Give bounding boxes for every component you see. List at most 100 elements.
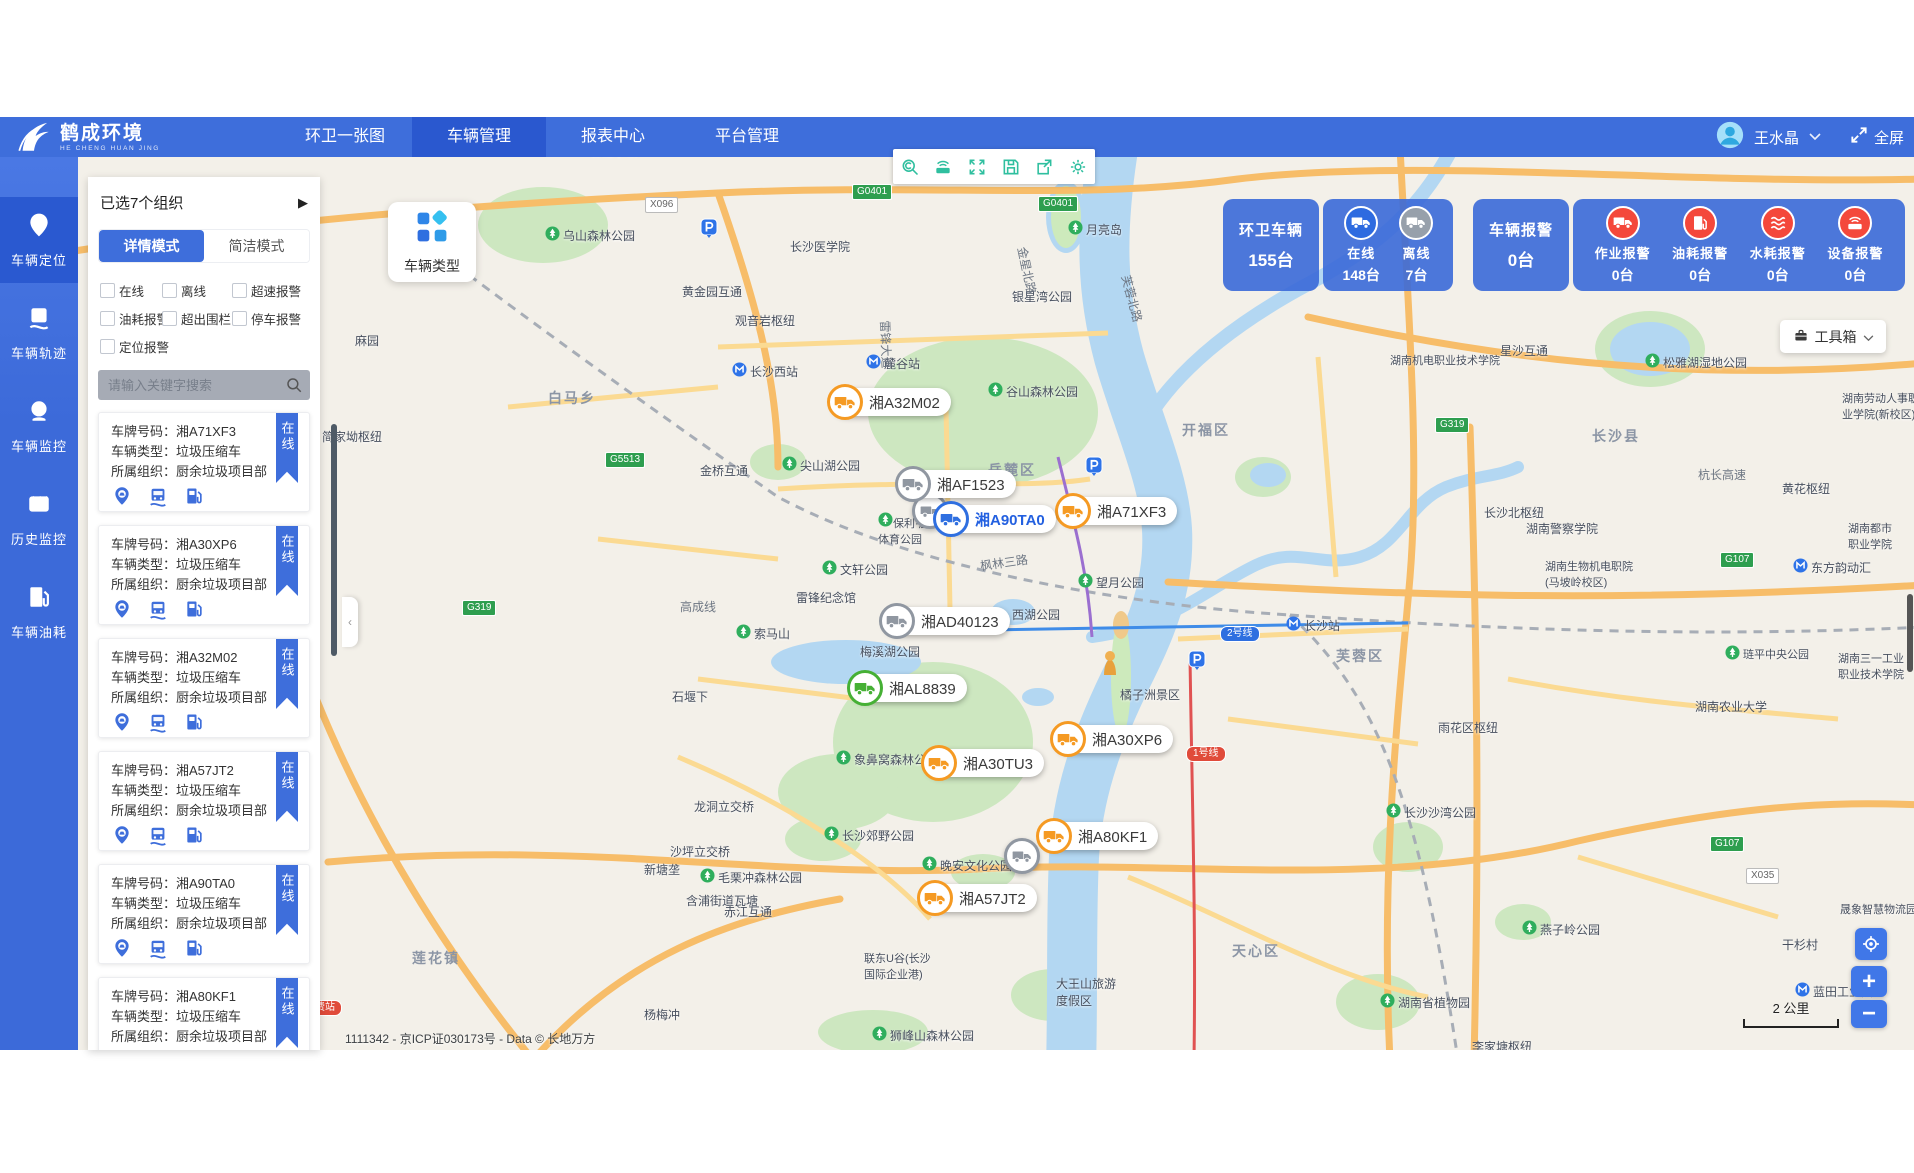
map-marker-湘AF1523[interactable]: 湘AF1523: [900, 470, 1016, 498]
map-label-谷山森林公园: 谷山森林公园: [988, 382, 1078, 400]
sidebar-item-车辆轨迹[interactable]: 车辆轨迹: [0, 290, 78, 376]
locate-icon[interactable]: [112, 825, 132, 852]
place-text: 晟象智慧物流园: [1840, 901, 1914, 917]
map-marker-湘A57JT2[interactable]: 湘A57JT2: [922, 884, 1037, 912]
toolbox-button[interactable]: 工具箱: [1780, 320, 1886, 353]
filter-在线[interactable]: 在线: [100, 281, 162, 300]
checkbox-油耗报警[interactable]: [100, 311, 115, 326]
share-tool-icon[interactable]: [1032, 155, 1056, 179]
expand-tool-icon[interactable]: [965, 155, 989, 179]
sidebar-item-车辆监控[interactable]: 车辆监控: [0, 383, 78, 469]
track-icon[interactable]: [147, 938, 169, 965]
zoom-in-button[interactable]: +: [1851, 966, 1887, 997]
vehicle-type-button[interactable]: 车辆类型: [388, 202, 476, 282]
place-text: 体育公园: [878, 531, 941, 547]
filter-离线[interactable]: 离线: [162, 281, 232, 300]
zoom-out-button[interactable]: −: [1851, 1000, 1887, 1028]
locate-icon[interactable]: [112, 486, 132, 513]
nav-item-报表中心[interactable]: 报表中心: [546, 117, 680, 157]
map-label-东方韵动汇: 东方韵动汇: [1793, 558, 1871, 576]
map-marker-湘AD40123[interactable]: 湘AD40123: [884, 607, 1010, 635]
map-label-望月公园: 望月公园: [1078, 573, 1144, 591]
map-marker-湘A90TA0[interactable]: 湘A90TA0: [938, 505, 1056, 533]
fullscreen-button[interactable]: 全屏: [1849, 125, 1904, 149]
vehicle-field: 所属组织：厨余垃圾项目部: [111, 914, 297, 934]
checkbox-停车报警[interactable]: [232, 311, 247, 326]
panel-collapse-handle[interactable]: ‹: [342, 597, 358, 647]
park-icon: [545, 226, 560, 244]
filter-超出围栏[interactable]: 超出围栏: [162, 309, 232, 328]
save-tool-icon[interactable]: [999, 155, 1023, 179]
vehicle-card[interactable]: 车牌号码：湘A80KF1车辆类型：垃圾压缩车所属组织：厨余垃圾项目部在线: [98, 977, 310, 1050]
sidebar-item-车辆油耗[interactable]: 车辆油耗: [0, 569, 78, 655]
locate-icon[interactable]: [112, 712, 132, 739]
park-icon: [1645, 353, 1660, 371]
map-marker-湘AL8839[interactable]: 湘AL8839: [852, 674, 967, 702]
park-icon: [782, 456, 797, 474]
vehicle-card[interactable]: 车牌号码：湘A71XF3车辆类型：垃圾压缩车所属组织：厨余垃圾项目部在线: [98, 412, 310, 512]
vehicle-field: 车牌号码：湘A71XF3: [111, 422, 297, 442]
park-icon: [822, 560, 837, 578]
place-text: 湖南劳动人事职: [1842, 393, 1914, 405]
map-label-金桥互通: 金桥互通: [700, 462, 748, 479]
checkbox-离线[interactable]: [162, 283, 177, 298]
track-icon[interactable]: [147, 712, 169, 739]
map-marker-湘A80KF1[interactable]: 湘A80KF1: [1041, 822, 1158, 850]
vehicle-field: 车辆类型：垃圾压缩车: [111, 1007, 297, 1027]
filter-超速报警[interactable]: 超速报警: [232, 281, 310, 300]
chevron-down-icon[interactable]: [1809, 133, 1821, 141]
vehicle-card[interactable]: 车牌号码：湘A30XP6车辆类型：垃圾压缩车所属组织：厨余垃圾项目部在线: [98, 525, 310, 625]
checkbox-超速报警[interactable]: [232, 283, 247, 298]
locate-button[interactable]: [1855, 928, 1887, 960]
filter-定位报警[interactable]: 定位报警: [100, 337, 162, 356]
track-icon[interactable]: [147, 825, 169, 852]
track-icon[interactable]: [147, 486, 169, 513]
tab-简洁模式[interactable]: 简洁模式: [204, 230, 309, 262]
vehicle-marker-hidden[interactable]: [1004, 838, 1040, 874]
user-name[interactable]: 王水晶: [1754, 127, 1799, 148]
search-icon[interactable]: [285, 376, 303, 399]
page-scrollbar[interactable]: [1907, 594, 1913, 672]
place-text: 赤江互通: [724, 903, 772, 920]
nav-item-平台管理[interactable]: 平台管理: [680, 117, 814, 157]
user-avatar[interactable]: [1716, 121, 1744, 154]
locate-icon[interactable]: [112, 599, 132, 626]
vehicle-card[interactable]: 车牌号码：湘A32M02车辆类型：垃圾压缩车所属组织：厨余垃圾项目部在线: [98, 638, 310, 738]
settings-tool-icon[interactable]: [1066, 155, 1090, 179]
vehicle-card[interactable]: 车牌号码：湘A57JT2车辆类型：垃圾压缩车所属组织：厨余垃圾项目部在线: [98, 751, 310, 851]
checkbox-定位报警[interactable]: [100, 339, 115, 354]
map-marker-湘A30TU3[interactable]: 湘A30TU3: [926, 749, 1044, 777]
org-expand-arrow-icon[interactable]: ▶: [298, 195, 308, 211]
brand-subtitle: HE CHENG HUAN JING: [60, 146, 160, 153]
place-text: 尖山湖公园: [800, 457, 860, 474]
map-marker-湘A71XF3[interactable]: 湘A71XF3: [1060, 497, 1177, 525]
place-text: 湖南三一工业: [1838, 653, 1904, 665]
panel-scrollbar[interactable]: [331, 424, 337, 656]
checkbox-在线[interactable]: [100, 283, 115, 298]
filter-停车报警[interactable]: 停车报警: [232, 309, 310, 328]
map-marker-湘A30XP6[interactable]: 湘A30XP6: [1055, 725, 1173, 753]
fuel-icon[interactable]: [184, 938, 204, 965]
nav-item-车辆管理[interactable]: 车辆管理: [412, 117, 546, 157]
filter-油耗报警[interactable]: 油耗报警: [100, 309, 162, 328]
search-tool-icon[interactable]: [898, 155, 922, 179]
search-input[interactable]: [98, 370, 310, 400]
fuel-icon[interactable]: [184, 825, 204, 852]
vehicle-card[interactable]: 车牌号码：湘A90TA0车辆类型：垃圾压缩车所属组织：厨余垃圾项目部在线: [98, 864, 310, 964]
map-marker-湘A32M02[interactable]: 湘A32M02: [832, 388, 951, 416]
alarm-value: 0台: [1508, 246, 1534, 271]
vehicle-card-list: 车牌号码：湘A71XF3车辆类型：垃圾压缩车所属组织：厨余垃圾项目部在线车牌号码…: [88, 412, 320, 1050]
track-icon[interactable]: [147, 599, 169, 626]
checkbox-超出围栏[interactable]: [162, 311, 177, 326]
locate-icon[interactable]: [112, 938, 132, 965]
fuel-icon[interactable]: [184, 712, 204, 739]
tab-详情模式[interactable]: 详情模式: [99, 230, 204, 262]
map-label-龙洞立交桥: 龙洞立交桥: [694, 798, 754, 815]
map-label-观音岩枢纽: 观音岩枢纽: [735, 312, 795, 329]
fuel-icon[interactable]: [184, 486, 204, 513]
sidebar-item-历史监控[interactable]: 历史监控: [0, 476, 78, 562]
fuel-icon[interactable]: [184, 599, 204, 626]
sidebar-item-车辆定位[interactable]: 车辆定位: [0, 197, 78, 283]
device-tool-icon[interactable]: [931, 155, 955, 179]
nav-item-环卫一张图[interactable]: 环卫一张图: [278, 117, 412, 157]
